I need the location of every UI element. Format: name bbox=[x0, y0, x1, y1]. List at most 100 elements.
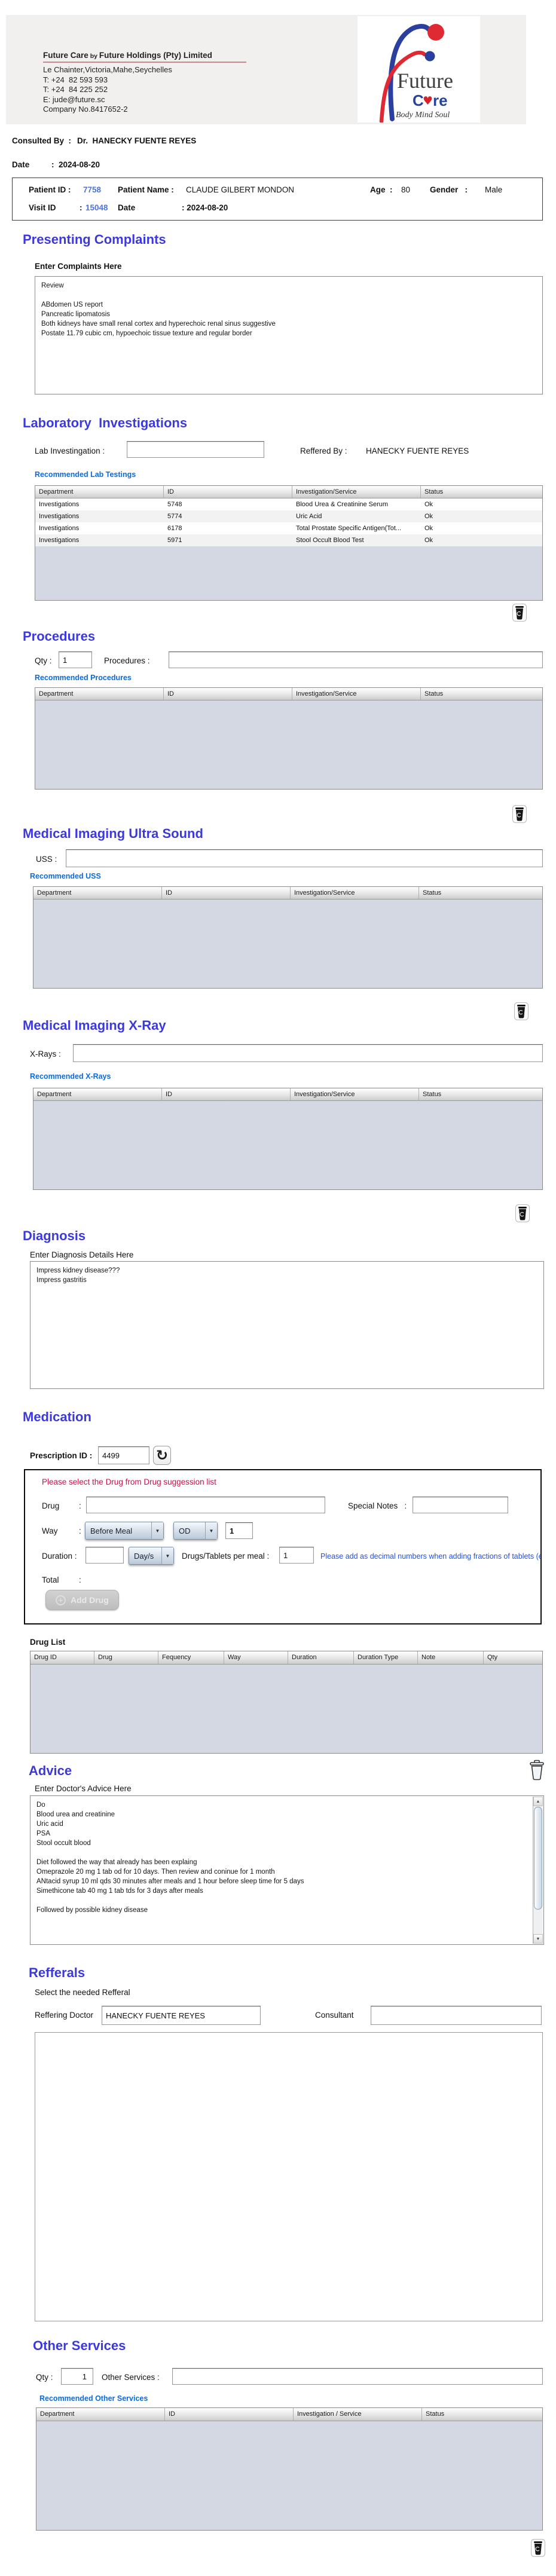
patient-name-value: CLAUDE GILBERT MONDON bbox=[186, 185, 295, 194]
per-meal-input[interactable] bbox=[279, 1547, 314, 1564]
gender-label: Gender : bbox=[430, 185, 468, 194]
chevron-down-icon: ▼ bbox=[151, 1522, 163, 1539]
age-value: 80 bbox=[401, 185, 411, 194]
recommended-uss-link[interactable]: Recommended USS bbox=[30, 872, 101, 880]
patient-id-label: Patient ID : bbox=[29, 185, 71, 194]
col-status: Status bbox=[423, 1091, 442, 1098]
lab-table-row[interactable]: Investigations 5774 Uric Acid Ok bbox=[35, 510, 542, 522]
col-status: Status bbox=[426, 2410, 445, 2418]
reffered-by-value: HANECKY FUENTE REYES bbox=[366, 446, 469, 455]
reffering-doctor-label: Reffering Doctor bbox=[35, 2011, 94, 2020]
uss-input[interactable] bbox=[66, 849, 543, 867]
duration-unit-select[interactable]: Day/s ▼ bbox=[129, 1547, 174, 1565]
other-services-heading: Other Services bbox=[33, 2338, 126, 2353]
consultant-input[interactable] bbox=[371, 2006, 542, 2025]
visit-id-label: Visit ID bbox=[29, 203, 56, 212]
refferal-notes-area[interactable] bbox=[35, 2032, 543, 2321]
advice-heading: Advice bbox=[29, 1763, 72, 1778]
other-services-input[interactable] bbox=[172, 2368, 543, 2385]
trash-icon bbox=[515, 1204, 530, 1222]
special-notes-input[interactable] bbox=[413, 1497, 508, 1513]
way-label: Way bbox=[42, 1526, 58, 1535]
col-id: ID bbox=[165, 2408, 294, 2421]
xray-input[interactable] bbox=[73, 1044, 543, 1062]
refresh-prescription-button[interactable]: ↻ bbox=[153, 1446, 171, 1465]
refferals-subtitle: Select the needed Refferal bbox=[35, 1988, 130, 1997]
total-label: Total bbox=[42, 1575, 59, 1584]
medication-entry-box: Please select the Drug from Drug suggess… bbox=[24, 1469, 542, 1624]
prescription-id-label: Prescription ID : bbox=[30, 1451, 93, 1460]
diagnosis-heading: Diagnosis bbox=[23, 1228, 86, 1243]
company-name-by: by bbox=[88, 53, 99, 60]
add-drug-button[interactable]: + Add Drug bbox=[45, 1590, 119, 1610]
recommended-other-services-link[interactable]: Recommended Other Services bbox=[39, 2394, 148, 2403]
uss-delete-button[interactable] bbox=[514, 1002, 528, 1023]
reffering-doctor-input[interactable] bbox=[102, 2006, 261, 2025]
svg-text:Future: Future bbox=[397, 69, 453, 93]
advice-textarea[interactable]: Do Blood urea and creatinine Uric acid P… bbox=[30, 1796, 533, 1944]
recommended-xrays-link[interactable]: Recommended X-Rays bbox=[30, 1072, 111, 1081]
col-status: Status bbox=[424, 488, 444, 495]
uss-table: Department ID Investigation/Service Stat… bbox=[33, 886, 543, 989]
svg-text:Body Mind Soul: Body Mind Soul bbox=[396, 111, 450, 120]
way-select-value: Before Meal bbox=[90, 1526, 133, 1535]
col-investigation-service: Investigation/Service bbox=[292, 688, 421, 700]
date-label: Date bbox=[12, 160, 30, 169]
chevron-down-icon: ▼ bbox=[161, 1547, 173, 1564]
duration-label: Duration : bbox=[42, 1552, 77, 1561]
duration-input[interactable] bbox=[85, 1547, 124, 1564]
consulted-by-value: Dr. HANECKY FUENTE REYES bbox=[77, 136, 197, 145]
special-notes-label: Special Notes : bbox=[348, 1501, 407, 1510]
patient-name-label: Patient Name : bbox=[118, 185, 174, 194]
reffered-by-label: Reffered By : bbox=[300, 446, 347, 455]
other-services-table: Department ID Investigation / Service St… bbox=[36, 2407, 543, 2531]
advice-delete-button[interactable] bbox=[528, 1760, 545, 1784]
other-services-qty-input[interactable] bbox=[61, 2368, 93, 2385]
way-select[interactable]: Before Meal ▼ bbox=[85, 1522, 164, 1540]
xray-label: X-Rays : bbox=[30, 1050, 61, 1058]
lab-investigation-input[interactable] bbox=[127, 441, 264, 458]
consultation-page: Future Care by Future Holdings (Pty) Lim… bbox=[0, 0, 556, 2576]
col-qty: Qty bbox=[487, 1654, 498, 1661]
age-label: Age : bbox=[370, 185, 393, 194]
lab-table-row[interactable]: Investigations 5971 Stool Occult Blood T… bbox=[35, 534, 542, 546]
lab-delete-button[interactable] bbox=[512, 604, 527, 625]
uss-table-header: Department ID Investigation/Service Stat… bbox=[33, 887, 542, 900]
way-colon: : bbox=[79, 1526, 81, 1535]
complaints-textarea[interactable]: Review ABdomen US report Pancreatic lipo… bbox=[35, 276, 543, 394]
scroll-up-icon[interactable]: ▲ bbox=[533, 1797, 543, 1806]
col-department: Department bbox=[35, 688, 164, 700]
diagnosis-label: Enter Diagnosis Details Here bbox=[30, 1250, 134, 1259]
scrollbar-thumb[interactable] bbox=[534, 1807, 542, 1910]
procedures-input[interactable] bbox=[169, 651, 543, 668]
frequency-select[interactable]: OD ▼ bbox=[173, 1522, 218, 1540]
col-way: Way bbox=[224, 1651, 288, 1664]
other-services-delete-button[interactable] bbox=[531, 2539, 545, 2560]
xray-delete-button[interactable] bbox=[515, 1204, 530, 1225]
way-qty-input[interactable] bbox=[225, 1522, 253, 1539]
col-department: Department bbox=[33, 1088, 162, 1100]
company-phone2: T: +24 84 225 252 bbox=[43, 85, 108, 94]
company-number: Company No.8417652-2 bbox=[43, 105, 128, 114]
add-icon: + bbox=[56, 1595, 66, 1605]
advice-scrollbar[interactable]: ▲ ▼ bbox=[533, 1797, 543, 1944]
procedures-table: Department ID Investigation/Service Stat… bbox=[35, 687, 543, 790]
lab-table-row[interactable]: Investigations 5748 Blood Urea & Creatin… bbox=[35, 498, 542, 510]
complaints-label: Enter Complaints Here bbox=[35, 262, 122, 271]
lab-table-row[interactable]: Investigations 6178 Total Prostate Speci… bbox=[35, 522, 542, 534]
recommended-procedures-link[interactable]: Recommended Procedures bbox=[35, 674, 132, 682]
drug-input[interactable] bbox=[86, 1497, 325, 1513]
advice-label: Enter Doctor's Advice Here bbox=[35, 1784, 132, 1793]
recommended-lab-testings-link[interactable]: Recommended Lab Testings bbox=[35, 470, 136, 479]
consulted-by-line: Consulted By : Dr. HANECKY FUENTE REYES bbox=[12, 136, 196, 145]
svg-text:re: re bbox=[433, 91, 448, 109]
procedures-delete-button[interactable] bbox=[512, 805, 527, 826]
xray-table-header: Department ID Investigation/Service Stat… bbox=[33, 1088, 542, 1101]
medication-heading: Medication bbox=[23, 1409, 91, 1424]
procedures-qty-input[interactable] bbox=[59, 651, 92, 668]
company-name-part1: Future Care bbox=[43, 51, 88, 60]
company-info: Future Care by Future Holdings (Pty) Lim… bbox=[43, 51, 246, 115]
prescription-id-input[interactable] bbox=[98, 1446, 149, 1464]
diagnosis-textarea[interactable]: Impress kidney disease??? Impress gastri… bbox=[30, 1261, 544, 1389]
scroll-down-icon[interactable]: ▼ bbox=[533, 1934, 543, 1944]
